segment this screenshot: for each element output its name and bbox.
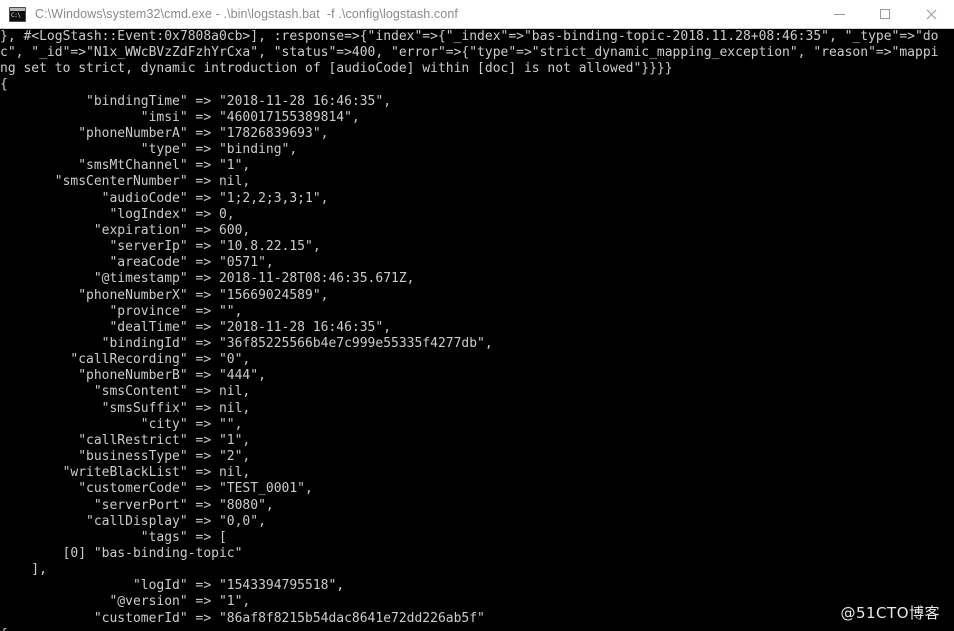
maximize-button[interactable] <box>862 0 908 28</box>
cmd-icon: C:\ <box>9 6 26 22</box>
window-controls <box>816 0 954 28</box>
window-title: C:\Windows\system32\cmd.exe - .\bin\logs… <box>35 7 458 21</box>
close-button[interactable] <box>908 0 954 28</box>
watermark-label: @51CTO博客 <box>840 604 940 622</box>
cmd-window: C:\ C:\Windows\system32\cmd.exe - .\bin\… <box>0 0 954 631</box>
console-output-area[interactable]: }, #<LogStash::Event:0x7808a0cb>], :resp… <box>0 29 954 631</box>
maximize-icon <box>880 9 890 19</box>
minimize-button[interactable] <box>816 0 862 28</box>
window-titlebar[interactable]: C:\ C:\Windows\system32\cmd.exe - .\bin\… <box>0 0 954 29</box>
close-icon <box>926 9 937 20</box>
console-text: }, #<LogStash::Event:0x7808a0cb>], :resp… <box>0 29 939 631</box>
minimize-icon <box>833 13 845 15</box>
cmd-icon-screen-text: C:\ <box>10 10 25 21</box>
